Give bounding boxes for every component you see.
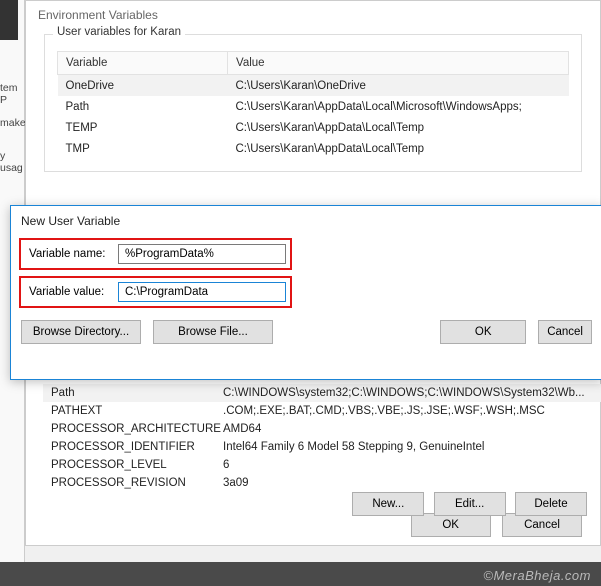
variable-value-input[interactable] — [118, 282, 286, 302]
watermark-text: ©MeraBheja.com — [483, 568, 591, 583]
dialog-button-row: Browse Directory... Browse File... OK Ca… — [11, 314, 601, 344]
user-variables-table[interactable]: Variable Value OneDrive C:\Users\Karan\O… — [57, 51, 569, 159]
cell-name: Path — [43, 387, 223, 399]
user-variables-group: User variables for Karan Variable Value … — [44, 34, 582, 172]
variable-name-row: Variable name: — [25, 244, 286, 264]
table-row[interactable]: PATHEXT .COM;.EXE;.BAT;.CMD;.VBS;.VBE;.J… — [43, 402, 601, 420]
table-row[interactable]: TMP C:\Users\Karan\AppData\Local\Temp — [58, 138, 569, 159]
table-row[interactable]: PROCESSOR_LEVEL 6 — [43, 456, 601, 474]
watermark-bar: ©MeraBheja.com — [0, 562, 601, 586]
cell-name: PROCESSOR_IDENTIFIER — [43, 441, 223, 453]
col-variable[interactable]: Variable — [58, 52, 228, 75]
col-value[interactable]: Value — [228, 52, 569, 75]
cell-name: PATHEXT — [43, 405, 223, 417]
bg-text: y usag — [0, 150, 24, 174]
dialog-title: New User Variable — [11, 206, 601, 238]
background-dark-block — [0, 0, 18, 40]
group-label: User variables for Karan — [53, 26, 185, 38]
table-row[interactable]: Path C:\WINDOWS\system32;C:\WINDOWS;C:\W… — [43, 384, 601, 402]
window-title: Environment Variables — [26, 1, 600, 29]
table-row[interactable]: TEMP C:\Users\Karan\AppData\Local\Temp — [58, 117, 569, 138]
table-row[interactable]: PROCESSOR_ARCHITECTURE AMD64 — [43, 420, 601, 438]
browse-directory-button[interactable]: Browse Directory... — [21, 320, 141, 344]
bg-text: make — [0, 117, 26, 129]
cell-name: OneDrive — [58, 75, 228, 97]
cell-value: C:\Users\Karan\AppData\Local\Temp — [228, 117, 569, 138]
cell-value: C:\Users\Karan\AppData\Local\Temp — [228, 138, 569, 159]
variable-value-row: Variable value: — [25, 282, 286, 302]
bg-text: tem P — [0, 82, 24, 106]
table-row[interactable]: PROCESSOR_IDENTIFIER Intel64 Family 6 Mo… — [43, 438, 601, 456]
cell-value: 3a09 — [223, 477, 601, 489]
variable-value-label: Variable value: — [25, 286, 118, 298]
cell-value: C:\Users\Karan\AppData\Local\Microsoft\W… — [228, 96, 569, 117]
cell-name: PROCESSOR_ARCHITECTURE — [43, 423, 223, 435]
delete-button[interactable]: Delete — [515, 492, 587, 516]
cell-value: .COM;.EXE;.BAT;.CMD;.VBS;.VBE;.JS;.JSE;.… — [223, 405, 601, 417]
cell-name: TEMP — [58, 117, 228, 138]
cell-value: Intel64 Family 6 Model 58 Stepping 9, Ge… — [223, 441, 601, 453]
highlight-name-row: Variable name: — [19, 238, 292, 270]
cell-value: C:\Users\Karan\OneDrive — [228, 75, 569, 97]
variable-name-input[interactable] — [118, 244, 286, 264]
new-button[interactable]: New... — [352, 492, 424, 516]
dialog-ok-button[interactable]: OK — [440, 320, 526, 344]
dialog-cancel-button[interactable]: Cancel — [538, 320, 592, 344]
cell-value: 6 — [223, 459, 601, 471]
variable-name-label: Variable name: — [25, 248, 118, 260]
cell-name: TMP — [58, 138, 228, 159]
cancel-button[interactable]: Cancel — [502, 513, 582, 537]
table-row[interactable]: Path C:\Users\Karan\AppData\Local\Micros… — [58, 96, 569, 117]
highlight-value-row: Variable value: — [19, 276, 292, 308]
cell-value: AMD64 — [223, 423, 601, 435]
cell-name: PROCESSOR_LEVEL — [43, 459, 223, 471]
system-variables-partial: Path C:\WINDOWS\system32;C:\WINDOWS;C:\W… — [43, 384, 601, 492]
ok-button[interactable]: OK — [411, 513, 491, 537]
cell-name: Path — [58, 96, 228, 117]
edit-button[interactable]: Edit... — [434, 492, 506, 516]
system-vars-buttons: New... Edit... Delete — [346, 492, 587, 516]
new-user-variable-dialog: New User Variable Variable name: Variabl… — [10, 205, 601, 380]
browse-file-button[interactable]: Browse File... — [153, 320, 273, 344]
cell-name: PROCESSOR_REVISION — [43, 477, 223, 489]
table-row[interactable]: PROCESSOR_REVISION 3a09 — [43, 474, 601, 492]
table-row[interactable]: OneDrive C:\Users\Karan\OneDrive — [58, 75, 569, 97]
cell-value: C:\WINDOWS\system32;C:\WINDOWS;C:\WINDOW… — [223, 387, 601, 399]
footer-buttons: OK Cancel — [403, 513, 582, 537]
